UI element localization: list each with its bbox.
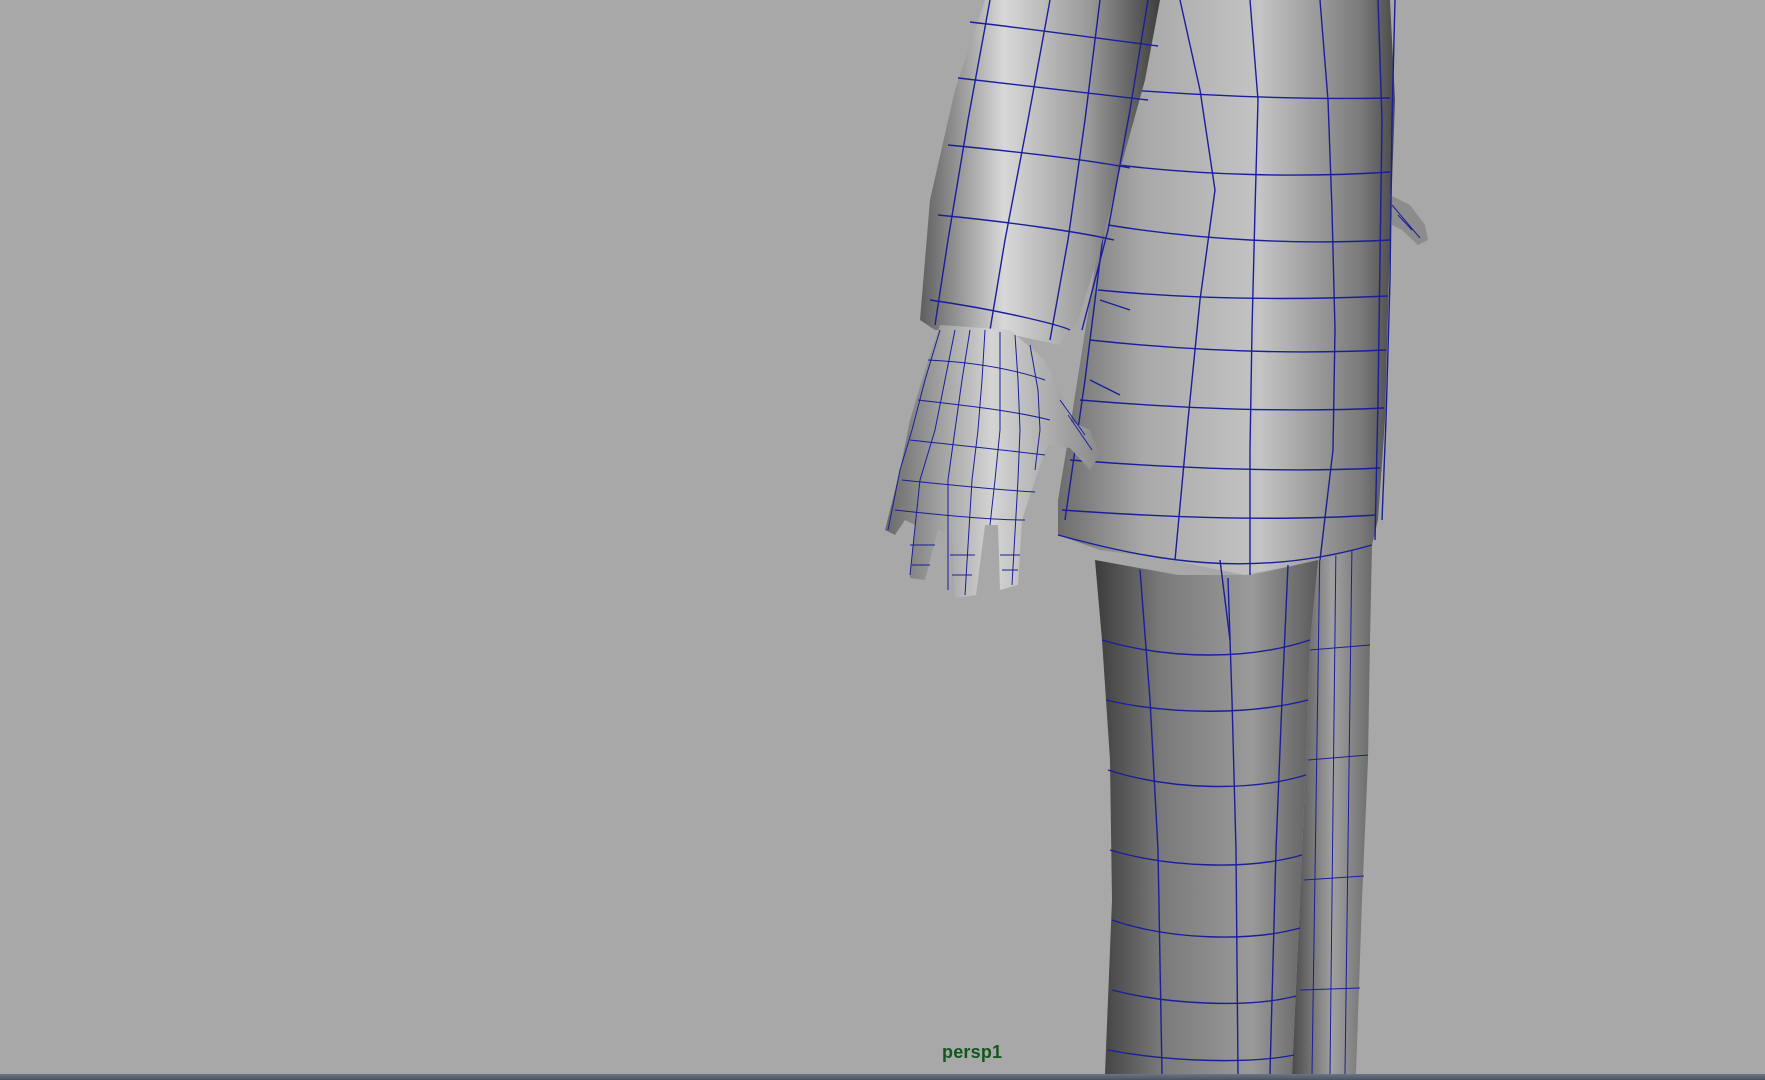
3d-viewport[interactable]: persp1 xyxy=(0,0,1765,1074)
camera-name-label: persp1 xyxy=(942,1042,1003,1062)
viewport-bottom-border xyxy=(0,1074,1765,1080)
front-leg-mesh xyxy=(1095,559,1318,1074)
model-render[interactable] xyxy=(0,0,1765,1074)
